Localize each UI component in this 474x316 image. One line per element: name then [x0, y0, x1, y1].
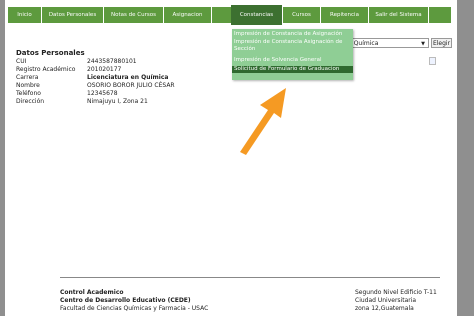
- constancias-dropdown: Impresión de Constancia de Asignación Im…: [232, 29, 353, 80]
- footer-left-line-2: Centro de Desarrollo Educativo (CEDE): [60, 297, 191, 304]
- section-title: Datos Personales: [16, 49, 85, 57]
- field-label-direccion: Dirección: [16, 98, 45, 105]
- tab-inicio[interactable]: Inicio: [8, 7, 42, 23]
- footer-right-line-3: zona 12,Guatemala: [355, 305, 414, 312]
- field-label-cui: CUI: [16, 58, 27, 65]
- field-value-registro: 201020177: [87, 66, 122, 73]
- field-label-telefono: Teléfono: [16, 90, 41, 97]
- dropdown-item-constancia-asignacion-seccion[interactable]: Impresión de Constancia Asignación de Se…: [234, 39, 351, 53]
- broken-image-icon: [429, 57, 436, 65]
- page: Inicio Datos Personales Notas de Cursos …: [5, 0, 457, 316]
- dropdown-item-constancia-asignacion[interactable]: Impresión de Constancia de Asignación: [234, 31, 351, 38]
- field-value-cui: 2443587880101: [87, 58, 137, 65]
- dropdown-item-solvencia-general[interactable]: Impresión de Solvencia General: [234, 57, 351, 64]
- footer-right-line-2: Ciudad Universitaria: [355, 297, 417, 304]
- tab-constancias[interactable]: Constancias: [231, 5, 283, 25]
- field-label-carrera: Carrera: [16, 74, 39, 81]
- career-select[interactable]: n Química ▼: [345, 38, 429, 48]
- field-label-registro: Registro Académico: [16, 66, 76, 73]
- tab-salir-del-sistema[interactable]: Salir del Sistema: [369, 7, 429, 23]
- tab-datos-personales[interactable]: Datos Personales: [42, 7, 104, 23]
- field-value-nombre: OSORIO BOROR JULIO CÉSAR: [87, 82, 175, 89]
- field-value-direccion: Nimajuyu I, Zona 21: [87, 98, 148, 105]
- footer-left-line-1: Control Academico: [60, 289, 124, 296]
- footer-left-line-3: Facultad de Ciencias Químicas y Farmacia…: [60, 305, 209, 312]
- field-value-telefono: 12345678: [87, 90, 118, 97]
- field-label-nombre: Nombre: [16, 82, 40, 89]
- field-value-carrera: Licenciatura en Química: [87, 74, 169, 81]
- tab-repitencia[interactable]: Repitencia: [321, 7, 369, 23]
- footer-right-line-1: Segundo Nivel Edificio T-11: [355, 289, 437, 296]
- footer-divider: [60, 277, 440, 278]
- tab-asignacion[interactable]: Asignacion: [164, 7, 212, 23]
- annotation-arrow-icon: [240, 88, 286, 155]
- dropdown-item-formulario-graduacion[interactable]: Solicitud de Formulario de Graduacion: [232, 66, 353, 73]
- elegir-button[interactable]: Elegir: [431, 38, 452, 48]
- chevron-down-icon: ▼: [421, 41, 425, 47]
- main-navbar: Inicio Datos Personales Notas de Cursos …: [8, 5, 451, 25]
- tab-cursos[interactable]: Cursos: [283, 7, 321, 23]
- tab-notas-de-cursos[interactable]: Notas de Cursos: [104, 7, 164, 23]
